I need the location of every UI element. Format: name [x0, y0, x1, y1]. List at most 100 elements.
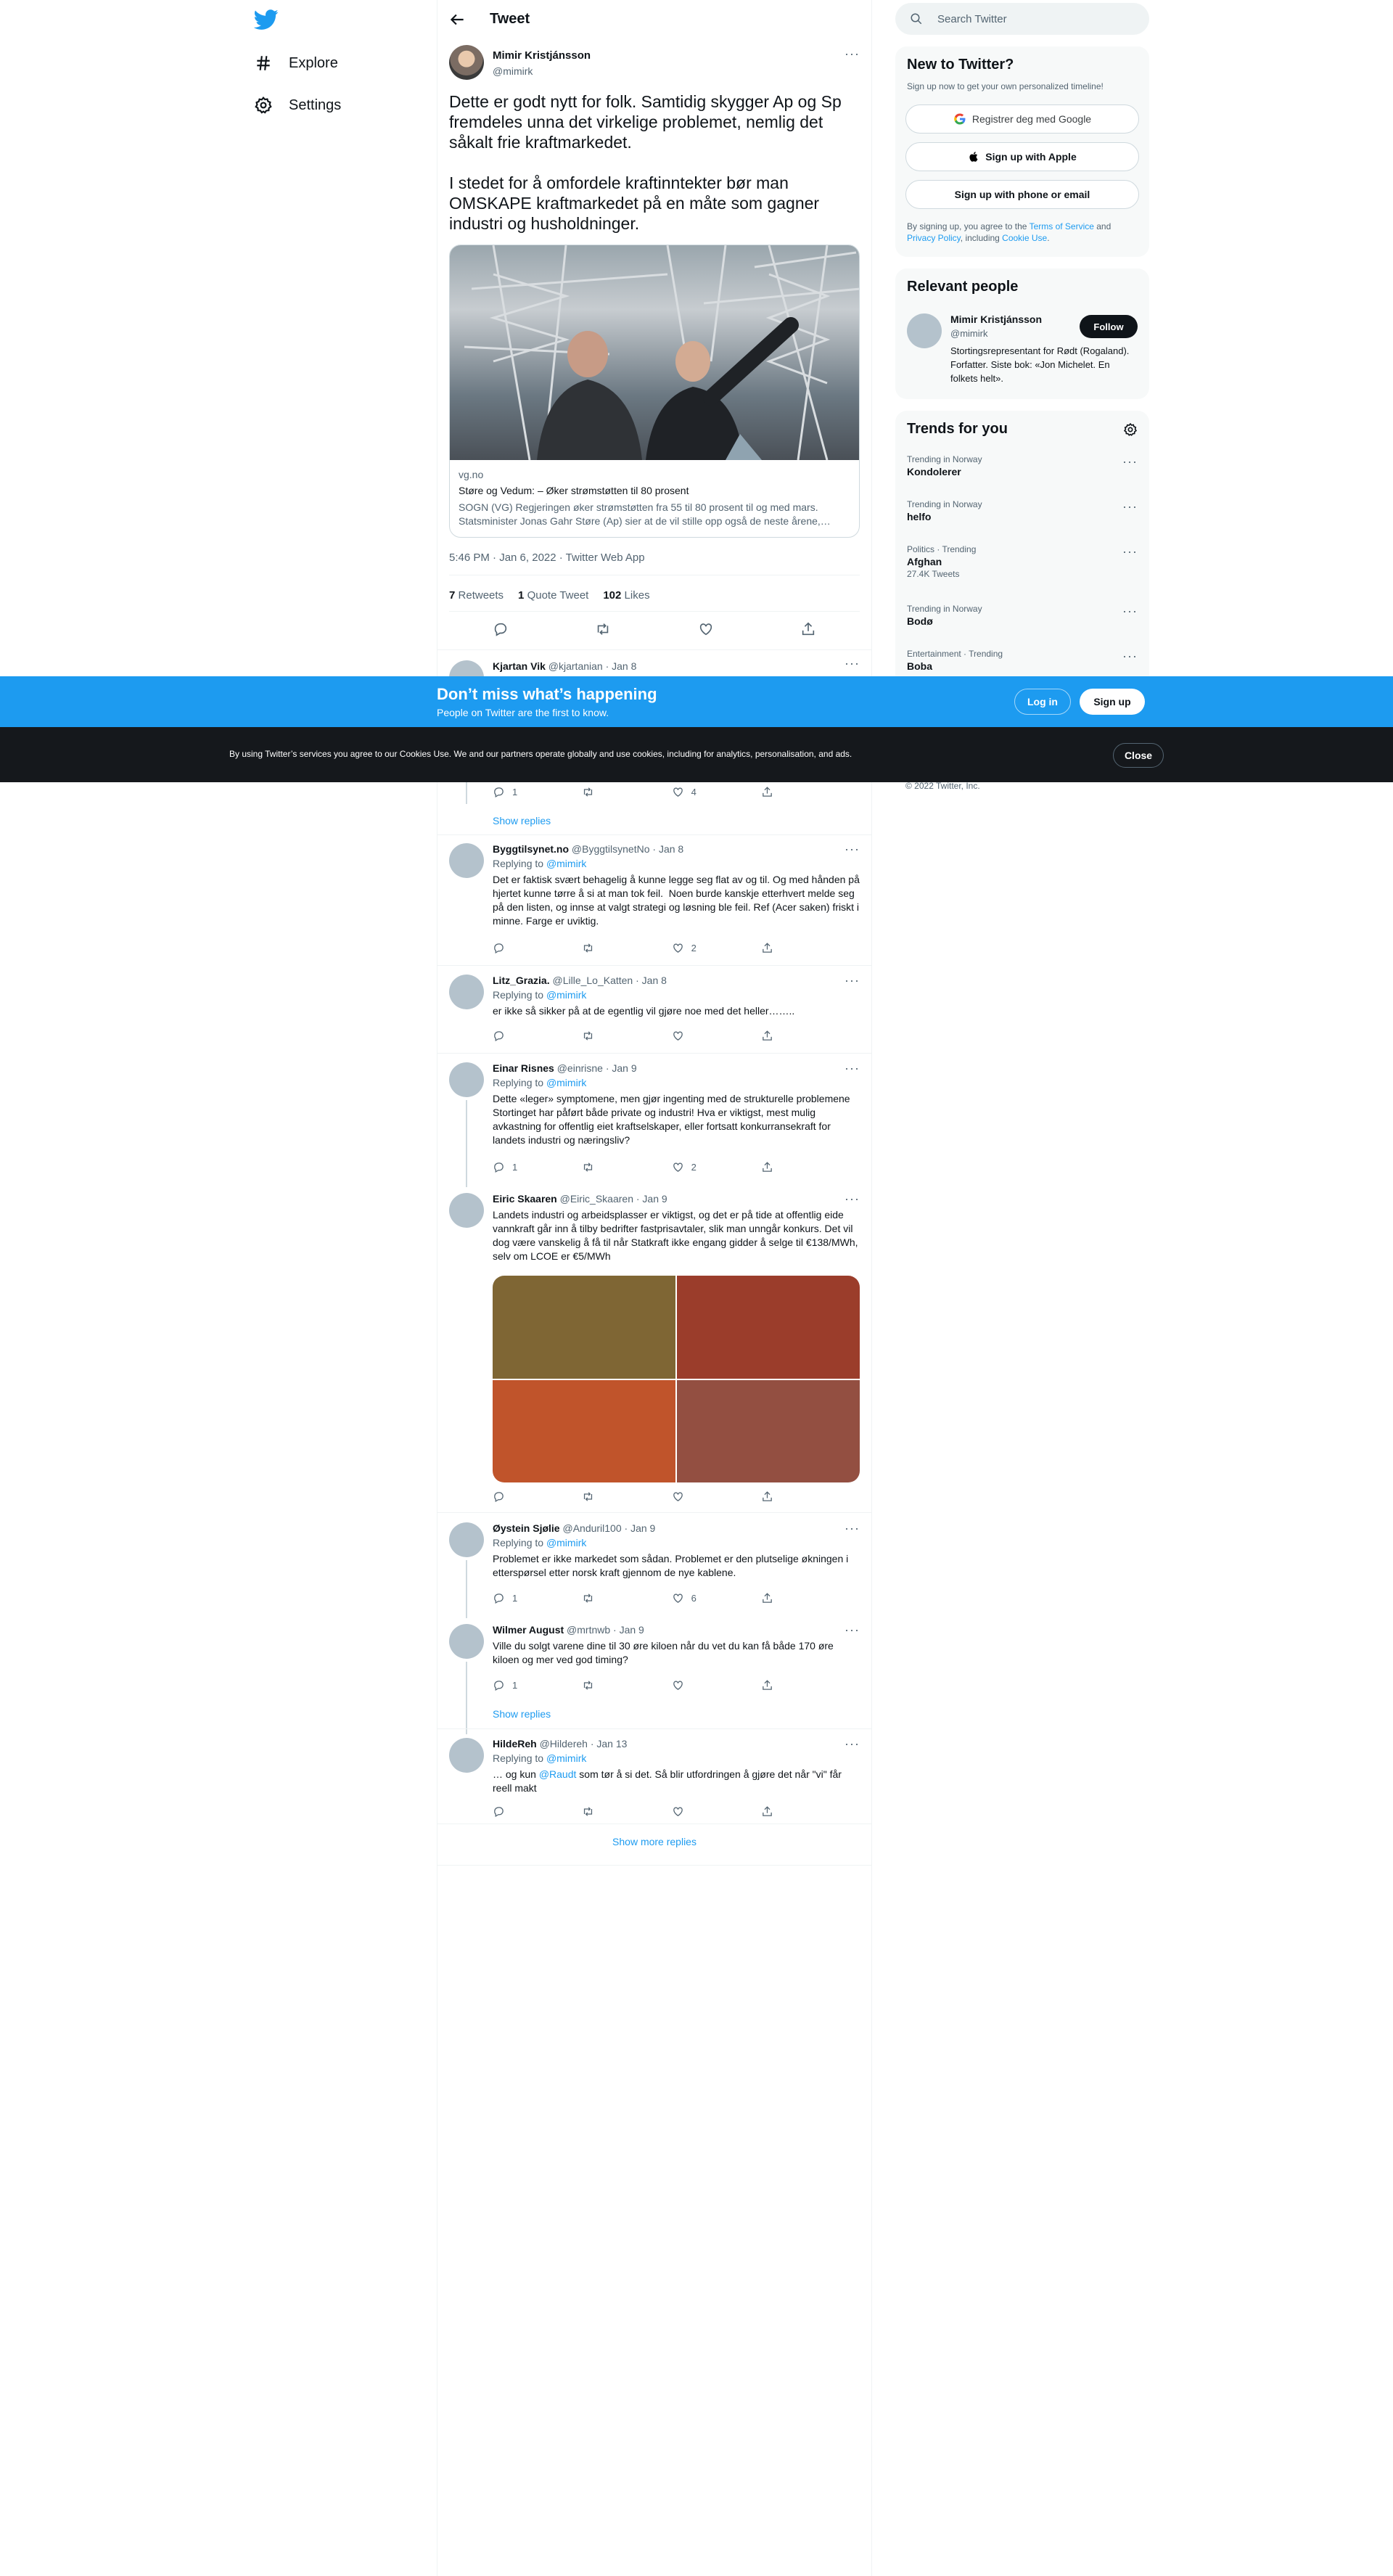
reply-tweet[interactable]: Kjartan Vik @kjartanian · Jan 8 ···: [437, 652, 871, 695]
more-options-icon[interactable]: ···: [845, 656, 860, 671]
twitter-logo-icon[interactable]: [254, 7, 279, 32]
like-action[interactable]: [672, 1679, 715, 1691]
tweet-timestamp[interactable]: 5:46 PM · Jan 6, 2022 · Twitter Web App: [449, 551, 645, 564]
trend-item[interactable]: Trending in Norway Bodø ···: [907, 604, 1138, 627]
mention-link[interactable]: @mimirk: [546, 1752, 586, 1764]
reply-action[interactable]: [493, 1030, 536, 1042]
retweet-action[interactable]: [582, 1805, 625, 1818]
nav-settings[interactable]: Settings: [254, 87, 341, 123]
more-options-icon[interactable]: ···: [845, 1521, 860, 1536]
share-action[interactable]: [761, 1030, 805, 1042]
avatar[interactable]: [449, 843, 484, 878]
retweets-stat[interactable]: 7 Retweets: [449, 589, 504, 602]
more-options-icon[interactable]: ···: [1122, 604, 1138, 619]
reply-icon[interactable]: [493, 621, 509, 637]
avatar[interactable]: [449, 975, 484, 1009]
reply-action[interactable]: 1: [493, 1592, 536, 1604]
more-options-icon[interactable]: ···: [1122, 544, 1138, 559]
share-action[interactable]: [761, 942, 805, 954]
more-options-icon[interactable]: ···: [1122, 454, 1138, 469]
mention-link[interactable]: @mimirk: [546, 989, 586, 1001]
share-action[interactable]: [761, 1161, 805, 1173]
avatar[interactable]: [449, 1624, 484, 1659]
more-options-icon[interactable]: ···: [845, 842, 860, 857]
back-arrow-icon[interactable]: [448, 10, 467, 29]
show-replies-link[interactable]: Show replies: [493, 815, 551, 826]
more-options-icon[interactable]: ···: [845, 1736, 860, 1752]
cookie-close-button[interactable]: Close: [1113, 743, 1164, 768]
mention-link[interactable]: @Raudt: [539, 1768, 577, 1780]
reply-action[interactable]: 1: [493, 786, 536, 798]
avatar[interactable]: [449, 1738, 484, 1773]
show-replies-link[interactable]: Show replies: [493, 1708, 551, 1720]
author-avatar[interactable]: [449, 45, 484, 80]
reply-action[interactable]: [493, 1490, 536, 1503]
reply-action[interactable]: [493, 1805, 536, 1818]
image-grid[interactable]: [493, 1276, 860, 1482]
like-action[interactable]: [672, 1805, 715, 1818]
cookie-link[interactable]: Cookie Use: [1002, 233, 1047, 243]
more-options-icon[interactable]: ···: [845, 973, 860, 988]
apple-signup-button[interactable]: Sign up with Apple: [905, 142, 1139, 171]
share-action[interactable]: [761, 1592, 805, 1604]
reply-tweet[interactable]: Einar Risnes @einrisne · Jan 9 ··· Reply…: [437, 1054, 871, 1187]
mention-link[interactable]: @mimirk: [546, 858, 586, 869]
share-action[interactable]: [761, 786, 805, 798]
reply-tweet[interactable]: Byggtilsynet.no @ByggtilsynetNo · Jan 8 …: [437, 834, 871, 965]
reply-tweet[interactable]: HildeReh @Hildereh · Jan 13 ··· Replying…: [437, 1729, 871, 1824]
trend-item[interactable]: Politics · Trending Afghan 27.4K Tweets ···: [907, 544, 1138, 579]
relevant-person-handle[interactable]: @mimirk: [950, 328, 987, 339]
share-action[interactable]: [761, 1805, 805, 1818]
terms-link[interactable]: Terms of Service: [1030, 221, 1094, 231]
avatar[interactable]: [449, 1193, 484, 1228]
reply-action[interactable]: [493, 942, 536, 954]
retweet-action[interactable]: [582, 1161, 625, 1173]
author-name[interactable]: Mimir Kristjánsson: [493, 49, 591, 62]
more-options-icon[interactable]: ···: [845, 1061, 860, 1076]
quotes-stat[interactable]: 1 Quote Tweet: [518, 589, 588, 602]
like-action[interactable]: 2: [672, 942, 715, 954]
reply-action[interactable]: 1: [493, 1161, 536, 1173]
trend-item[interactable]: Trending in Norway Kondolerer ···: [907, 454, 1138, 477]
reply-tweet[interactable]: Wilmer August @mrtnwb · Jan 9 ··· Ville …: [437, 1615, 871, 1734]
author-handle[interactable]: @mimirk: [493, 65, 533, 77]
trend-item[interactable]: Trending in Norway helfo ···: [907, 499, 1138, 522]
login-button[interactable]: Log in: [1014, 689, 1071, 715]
privacy-link[interactable]: Privacy Policy: [907, 233, 961, 243]
more-options-icon[interactable]: ···: [845, 46, 860, 62]
nav-explore[interactable]: Explore: [254, 45, 338, 81]
avatar[interactable]: [449, 1062, 484, 1097]
relevant-person-name[interactable]: Mimir Kristjánsson: [950, 313, 1042, 325]
show-more-replies-link[interactable]: Show more replies: [437, 1836, 871, 1847]
reply-action[interactable]: 1: [493, 1679, 536, 1691]
avatar[interactable]: [449, 1522, 484, 1557]
reply-tweet[interactable]: Eiric Skaaren @Eiric_Skaaren · Jan 9 ···…: [437, 1184, 871, 1512]
retweet-icon[interactable]: [595, 621, 611, 637]
mention-link[interactable]: @mimirk: [546, 1537, 586, 1549]
signup-button[interactable]: Sign up: [1080, 689, 1145, 715]
google-signup-button[interactable]: Registrer deg med Google: [905, 104, 1139, 134]
share-action[interactable]: [761, 1679, 805, 1691]
retweet-action[interactable]: [582, 786, 625, 798]
retweet-action[interactable]: [582, 1679, 625, 1691]
retweet-action[interactable]: [582, 1592, 625, 1604]
attached-image[interactable]: [493, 1379, 675, 1482]
like-action[interactable]: [672, 1030, 715, 1042]
attached-image[interactable]: [493, 1276, 675, 1379]
share-action[interactable]: [761, 1490, 805, 1503]
retweet-action[interactable]: [582, 1490, 625, 1503]
like-action[interactable]: 2: [672, 1161, 715, 1173]
trend-item[interactable]: Entertainment · Trending Boba ···: [907, 649, 1138, 672]
search-input[interactable]: Search Twitter: [895, 3, 1149, 35]
mention-link[interactable]: @mimirk: [546, 1077, 586, 1088]
phone-email-signup-button[interactable]: Sign up with phone or email: [905, 180, 1139, 209]
reply-tweet[interactable]: Litz_Grazia. @Lille_Lo_Katten · Jan 8 ··…: [437, 966, 871, 1053]
like-action[interactable]: 4: [672, 786, 715, 798]
avatar[interactable]: [907, 313, 942, 348]
more-options-icon[interactable]: ···: [845, 1623, 860, 1638]
more-options-icon[interactable]: ···: [845, 1191, 860, 1207]
attached-image[interactable]: [677, 1379, 860, 1482]
like-action[interactable]: [672, 1490, 715, 1503]
like-heart-icon[interactable]: [698, 621, 714, 637]
like-action[interactable]: 6: [672, 1592, 715, 1604]
